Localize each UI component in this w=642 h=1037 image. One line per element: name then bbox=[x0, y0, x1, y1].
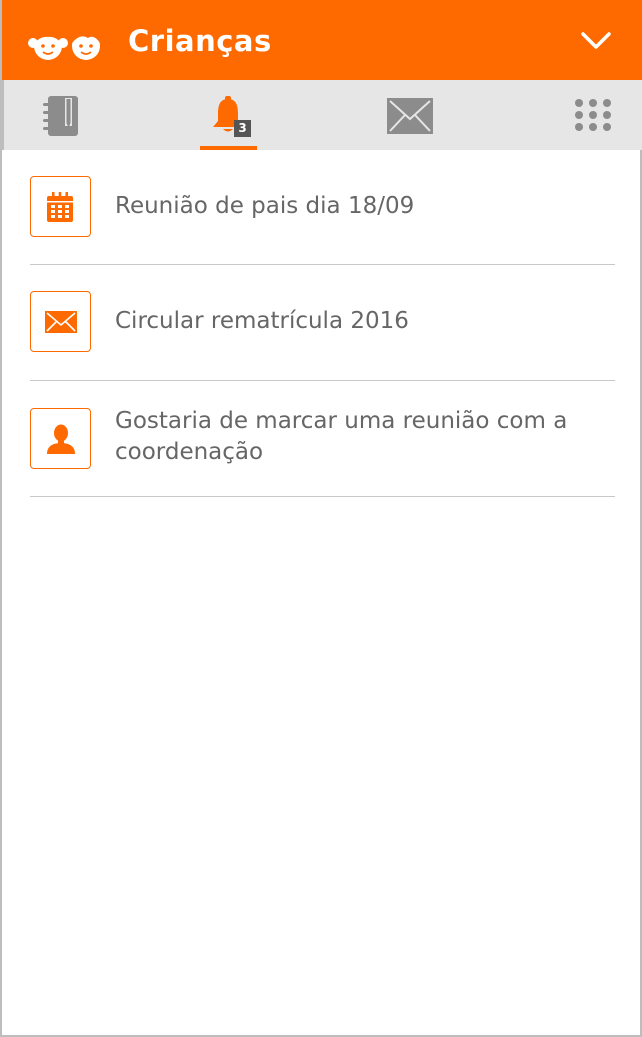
list-item[interactable]: Circular rematrícula 2016 bbox=[30, 265, 615, 381]
notification-text: Gostaria de marcar uma reunião com a coo… bbox=[115, 408, 568, 465]
grid-dots-icon bbox=[575, 99, 611, 131]
envelope-icon bbox=[45, 311, 77, 333]
tab-notifications[interactable]: 3 bbox=[192, 80, 264, 150]
tab-menu[interactable] bbox=[559, 80, 629, 150]
list-item[interactable]: Reunião de pais dia 18/09 bbox=[30, 150, 615, 265]
envelope-icon bbox=[387, 98, 433, 134]
two-kids-faces-icon bbox=[28, 30, 100, 60]
app-header: Crianças bbox=[2, 0, 642, 80]
tab-messages[interactable] bbox=[374, 80, 446, 150]
item-icon-box bbox=[30, 408, 91, 469]
notification-text: Circular rematrícula 2016 bbox=[115, 308, 409, 334]
tab-agenda[interactable] bbox=[26, 80, 96, 150]
app-frame: Crianças 3 Reunião de pais dia 18/09 Cir… bbox=[0, 0, 642, 1037]
tab-bar: 3 bbox=[2, 80, 642, 150]
notebook-pencil-icon bbox=[43, 96, 78, 136]
notification-text: Reunião de pais dia 18/09 bbox=[115, 193, 415, 219]
item-icon-box bbox=[30, 291, 91, 352]
list-item[interactable]: Gostaria de marcar uma reunião com a coo… bbox=[30, 381, 615, 497]
notification-count-badge: 3 bbox=[234, 120, 251, 137]
chevron-down-icon[interactable] bbox=[580, 30, 612, 52]
item-icon-box bbox=[30, 176, 91, 237]
calendar-icon bbox=[47, 192, 73, 222]
person-icon bbox=[47, 424, 75, 454]
page-title: Crianças bbox=[128, 24, 272, 58]
